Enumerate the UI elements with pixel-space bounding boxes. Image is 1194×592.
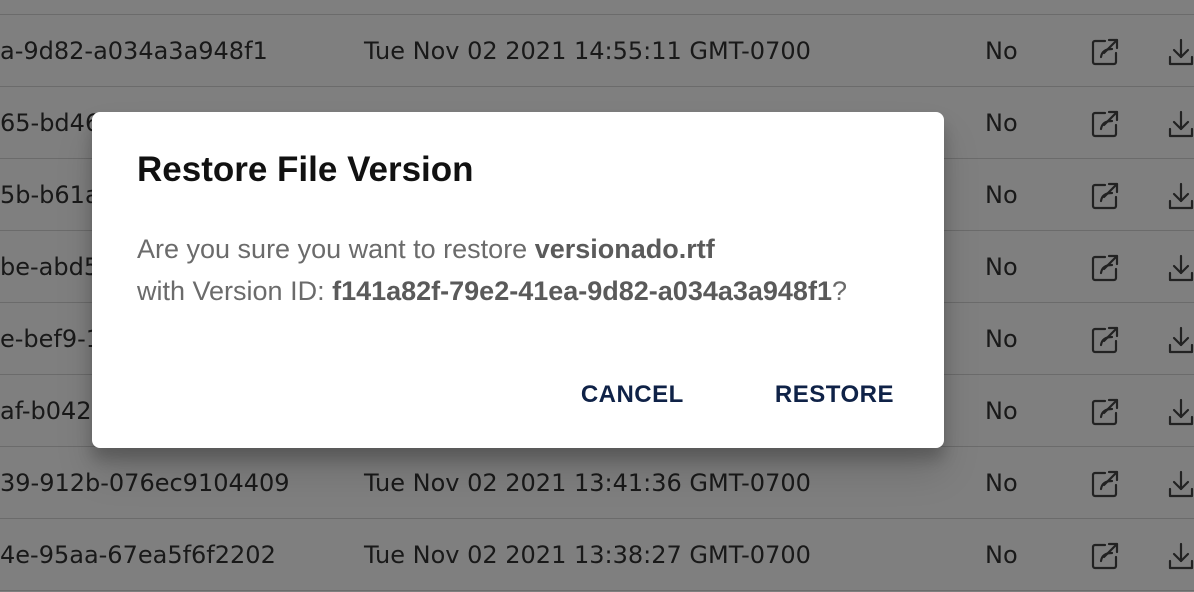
dialog-message: Are you sure you want to restore version… — [137, 228, 927, 312]
message-line1-text: Are you sure you want to restore — [137, 234, 535, 264]
restore-dialog: Restore File Version Are you sure you wa… — [92, 112, 944, 448]
file-name: versionado.rtf — [534, 234, 715, 264]
restore-button[interactable]: RESTORE — [775, 376, 894, 414]
dialog-actions: CANCEL RESTORE — [495, 376, 894, 416]
message-line2-text: with Version ID: — [137, 276, 333, 306]
dialog-title: Restore File Version — [137, 150, 474, 189]
version-id: f141a82f-79e2-41ea-9d82-a034a3a948f1 — [332, 276, 832, 306]
message-line2-suffix: ? — [831, 276, 847, 306]
cancel-button[interactable]: CANCEL — [581, 376, 684, 414]
